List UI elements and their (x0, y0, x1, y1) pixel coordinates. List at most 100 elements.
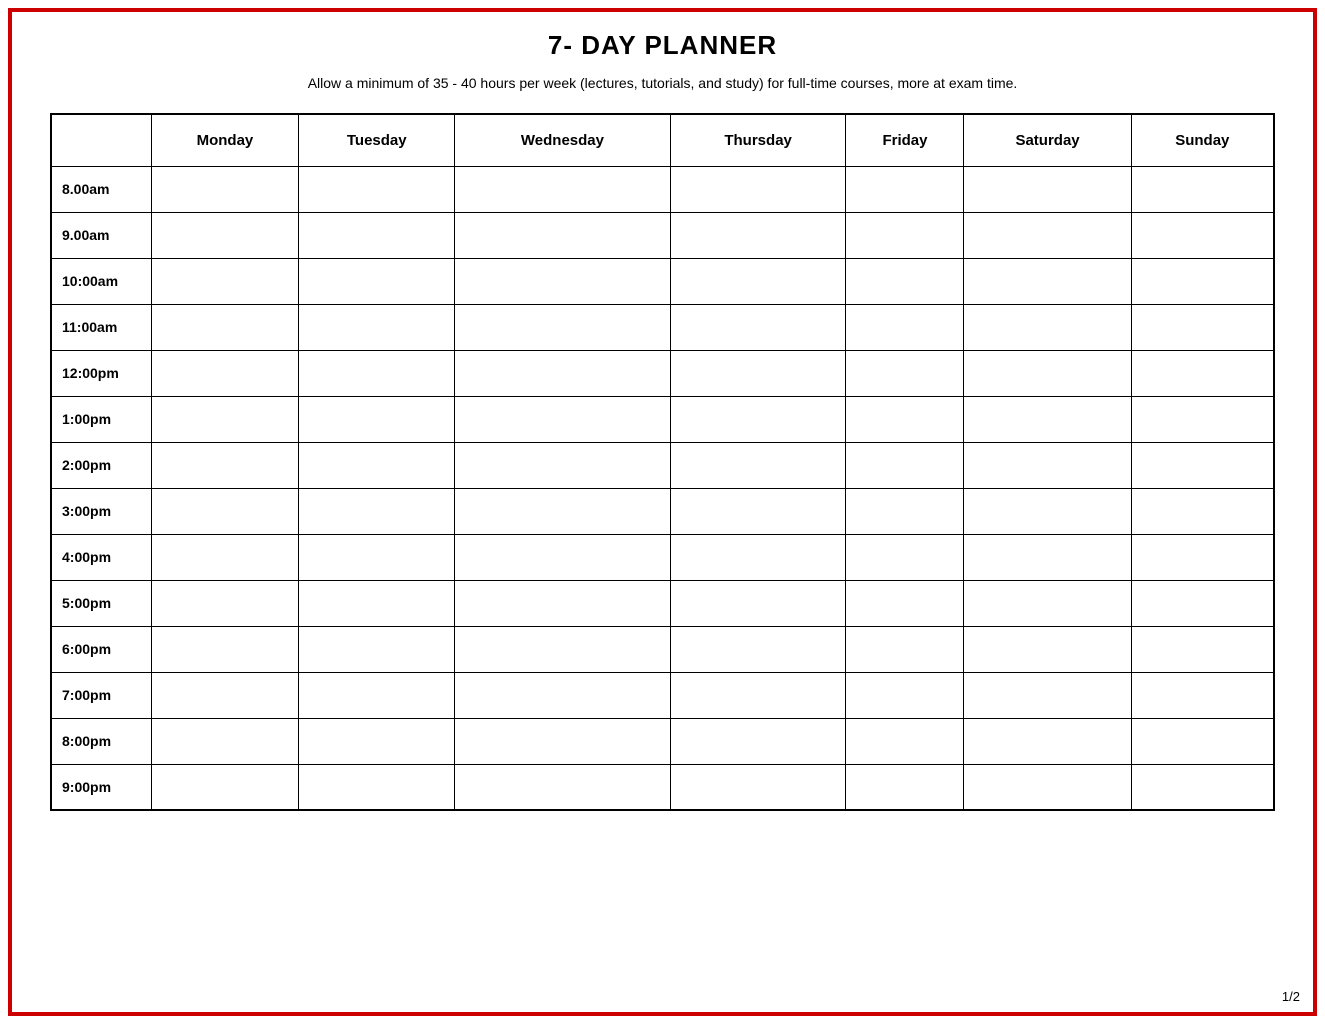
day-cell[interactable] (1131, 212, 1274, 258)
day-cell[interactable] (455, 534, 671, 580)
day-cell[interactable] (151, 304, 299, 350)
day-cell[interactable] (151, 166, 299, 212)
day-cell[interactable] (964, 488, 1131, 534)
day-cell[interactable] (151, 350, 299, 396)
day-cell[interactable] (846, 764, 964, 810)
day-cell[interactable] (299, 166, 455, 212)
day-cell[interactable] (1131, 672, 1274, 718)
day-cell[interactable] (455, 580, 671, 626)
day-cell[interactable] (1131, 350, 1274, 396)
day-cell[interactable] (299, 488, 455, 534)
col-header-tuesday: Tuesday (299, 114, 455, 166)
day-cell[interactable] (299, 580, 455, 626)
day-cell[interactable] (670, 718, 846, 764)
day-cell[interactable] (1131, 166, 1274, 212)
day-cell[interactable] (1131, 534, 1274, 580)
day-cell[interactable] (151, 212, 299, 258)
day-cell[interactable] (151, 396, 299, 442)
day-cell[interactable] (846, 672, 964, 718)
day-cell[interactable] (455, 442, 671, 488)
day-cell[interactable] (455, 718, 671, 764)
day-cell[interactable] (670, 212, 846, 258)
day-cell[interactable] (846, 166, 964, 212)
day-cell[interactable] (455, 626, 671, 672)
day-cell[interactable] (670, 350, 846, 396)
day-cell[interactable] (299, 442, 455, 488)
day-cell[interactable] (1131, 764, 1274, 810)
day-cell[interactable] (846, 580, 964, 626)
day-cell[interactable] (964, 626, 1131, 672)
day-cell[interactable] (455, 488, 671, 534)
day-cell[interactable] (964, 580, 1131, 626)
day-cell[interactable] (299, 672, 455, 718)
day-cell[interactable] (299, 764, 455, 810)
day-cell[interactable] (1131, 442, 1274, 488)
day-cell[interactable] (151, 580, 299, 626)
day-cell[interactable] (151, 534, 299, 580)
day-cell[interactable] (964, 672, 1131, 718)
day-cell[interactable] (846, 442, 964, 488)
day-cell[interactable] (846, 718, 964, 764)
day-cell[interactable] (151, 258, 299, 304)
day-cell[interactable] (1131, 626, 1274, 672)
day-cell[interactable] (455, 212, 671, 258)
day-cell[interactable] (1131, 718, 1274, 764)
day-cell[interactable] (1131, 304, 1274, 350)
day-cell[interactable] (455, 396, 671, 442)
day-cell[interactable] (455, 764, 671, 810)
day-cell[interactable] (670, 396, 846, 442)
day-cell[interactable] (846, 258, 964, 304)
day-cell[interactable] (151, 488, 299, 534)
day-cell[interactable] (455, 350, 671, 396)
day-cell[interactable] (670, 258, 846, 304)
day-cell[interactable] (299, 212, 455, 258)
day-cell[interactable] (151, 442, 299, 488)
day-cell[interactable] (299, 626, 455, 672)
day-cell[interactable] (846, 534, 964, 580)
day-cell[interactable] (964, 304, 1131, 350)
day-cell[interactable] (670, 764, 846, 810)
day-cell[interactable] (455, 166, 671, 212)
day-cell[interactable] (670, 626, 846, 672)
day-cell[interactable] (1131, 396, 1274, 442)
day-cell[interactable] (670, 672, 846, 718)
day-cell[interactable] (964, 212, 1131, 258)
day-cell[interactable] (670, 442, 846, 488)
day-cell[interactable] (151, 718, 299, 764)
day-cell[interactable] (964, 718, 1131, 764)
day-cell[interactable] (151, 672, 299, 718)
day-cell[interactable] (455, 304, 671, 350)
day-cell[interactable] (299, 396, 455, 442)
day-cell[interactable] (964, 396, 1131, 442)
day-cell[interactable] (1131, 258, 1274, 304)
day-cell[interactable] (299, 304, 455, 350)
time-cell: 8:00pm (51, 718, 151, 764)
day-cell[interactable] (151, 764, 299, 810)
day-cell[interactable] (964, 534, 1131, 580)
day-cell[interactable] (964, 166, 1131, 212)
day-cell[interactable] (455, 672, 671, 718)
day-cell[interactable] (670, 580, 846, 626)
day-cell[interactable] (846, 212, 964, 258)
day-cell[interactable] (964, 350, 1131, 396)
day-cell[interactable] (299, 718, 455, 764)
day-cell[interactable] (670, 534, 846, 580)
day-cell[interactable] (846, 396, 964, 442)
day-cell[interactable] (670, 166, 846, 212)
day-cell[interactable] (1131, 488, 1274, 534)
day-cell[interactable] (1131, 580, 1274, 626)
day-cell[interactable] (846, 304, 964, 350)
day-cell[interactable] (151, 626, 299, 672)
day-cell[interactable] (964, 442, 1131, 488)
day-cell[interactable] (670, 304, 846, 350)
day-cell[interactable] (846, 350, 964, 396)
day-cell[interactable] (299, 350, 455, 396)
day-cell[interactable] (670, 488, 846, 534)
day-cell[interactable] (299, 534, 455, 580)
day-cell[interactable] (846, 626, 964, 672)
day-cell[interactable] (846, 488, 964, 534)
day-cell[interactable] (964, 258, 1131, 304)
day-cell[interactable] (964, 764, 1131, 810)
day-cell[interactable] (299, 258, 455, 304)
day-cell[interactable] (455, 258, 671, 304)
